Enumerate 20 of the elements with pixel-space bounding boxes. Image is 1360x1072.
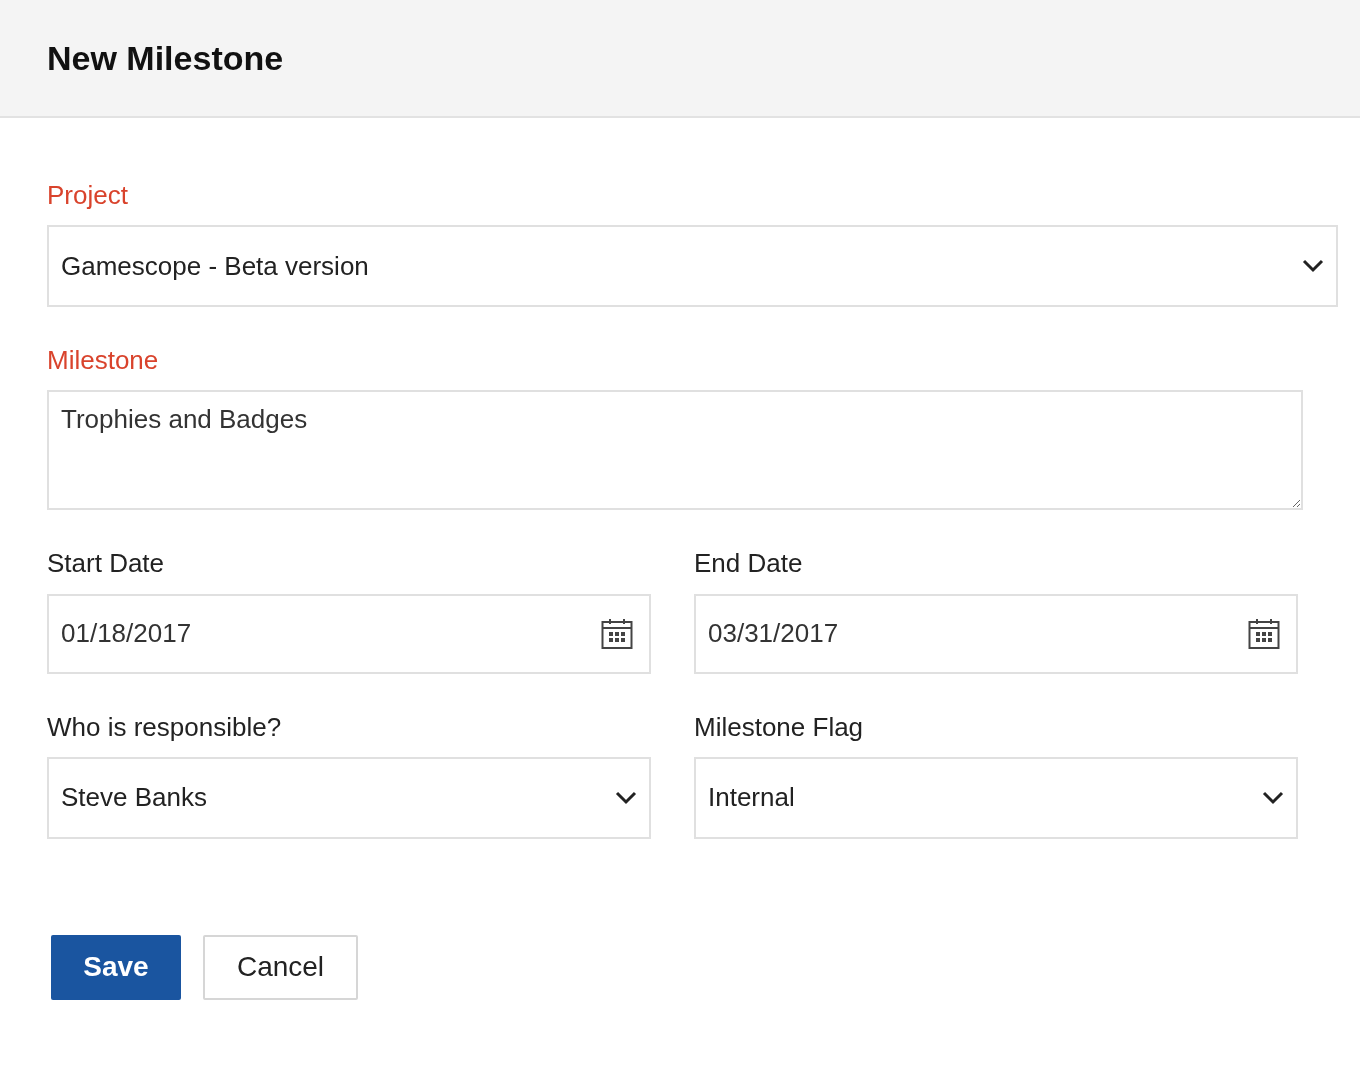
calendar-icon[interactable]	[601, 617, 633, 650]
dropdown-field[interactable]: Steve Banks	[47, 756, 651, 839]
date-field[interactable]: 03/31/2017	[694, 593, 1298, 674]
dropdown-field[interactable]: Gamescope - Beta version	[47, 225, 1338, 308]
field-label: Milestone Flag	[694, 711, 865, 743]
cancel-button[interactable]: Cancel	[203, 934, 358, 1000]
field-label: Milestone	[47, 345, 160, 377]
field-label: Who is responsible?	[47, 711, 283, 743]
field-label: Start Date	[47, 548, 166, 580]
chevron-down-icon	[1262, 790, 1284, 805]
dialog-title: New Milestone	[47, 37, 284, 79]
calendar-icon[interactable]	[1248, 617, 1280, 650]
date-field[interactable]: 01/18/2017	[47, 593, 651, 674]
chevron-down-icon	[1302, 259, 1324, 274]
chevron-down-icon	[615, 790, 637, 805]
save-button[interactable]: Save	[51, 934, 181, 1000]
text-area[interactable]: Trophies and Badges	[47, 390, 1303, 511]
dropdown-field[interactable]: Internal	[694, 756, 1298, 839]
field-label: Project	[47, 180, 129, 212]
field-label: End Date	[694, 548, 804, 580]
